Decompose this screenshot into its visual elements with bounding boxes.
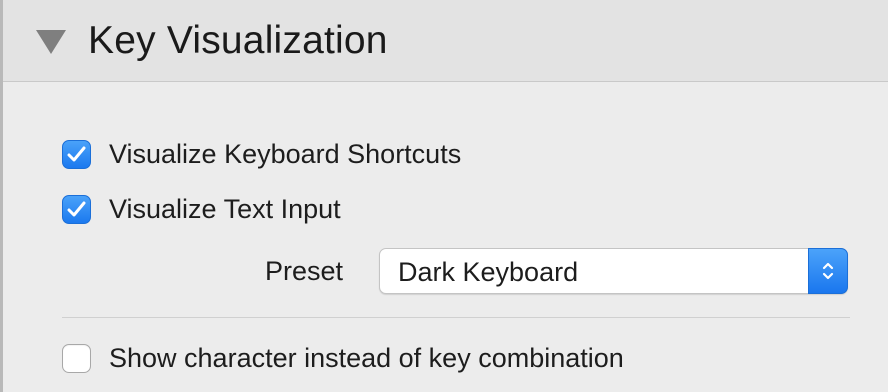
visualize-shortcuts-checkbox[interactable] xyxy=(62,139,91,169)
visualize-text-checkbox[interactable] xyxy=(62,194,91,224)
checkmark-icon xyxy=(67,201,86,216)
show-character-option[interactable]: Show character instead of key combinatio… xyxy=(62,342,624,374)
chevron-up-down-glyph xyxy=(822,262,834,280)
show-character-label: Show character instead of key combinatio… xyxy=(109,343,624,373)
show-character-checkbox[interactable] xyxy=(62,343,91,373)
disclosure-triangle-down-icon[interactable] xyxy=(36,30,66,54)
preset-selected-value: Dark Keyboard xyxy=(398,257,579,287)
chevron-up-down-icon[interactable] xyxy=(808,248,848,294)
key-visualization-panel: Key Visualization Visualize Keyboard Sho… xyxy=(0,0,888,392)
checkmark-icon xyxy=(67,146,86,161)
preset-label: Preset xyxy=(265,256,344,286)
preset-popup-button[interactable]: Dark Keyboard xyxy=(379,248,848,294)
section-divider xyxy=(62,317,850,318)
visualize-text-label: Visualize Text Input xyxy=(109,194,341,224)
visualize-shortcuts-option[interactable]: Visualize Keyboard Shortcuts xyxy=(62,138,461,170)
visualize-shortcuts-label: Visualize Keyboard Shortcuts xyxy=(109,139,462,169)
section-title: Key Visualization xyxy=(88,19,388,62)
section-header[interactable]: Key Visualization xyxy=(3,0,888,82)
visualize-text-option[interactable]: Visualize Text Input xyxy=(62,193,341,225)
